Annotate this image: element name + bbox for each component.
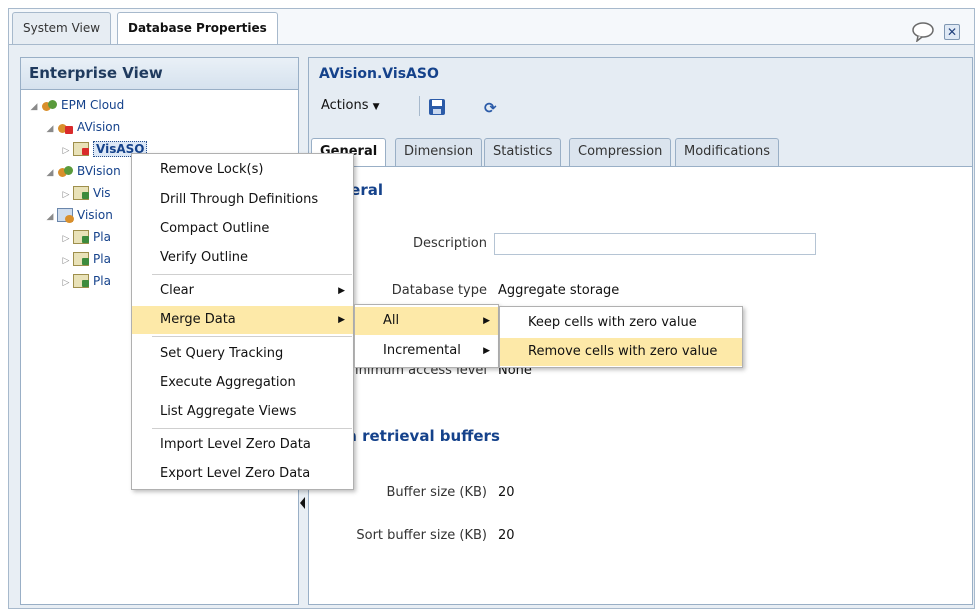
tree-node-label: Pla <box>93 274 111 288</box>
chevron-down-icon: ▼ <box>372 102 380 112</box>
submenu-arrow-icon: ▶ <box>338 315 345 325</box>
actions-label: Actions <box>321 98 369 113</box>
general-tab-content: General Description Database type Aggreg… <box>309 166 972 604</box>
menu-item-clear[interactable]: Clear ▶ <box>132 277 353 305</box>
tree-node-pla-2[interactable]: ▷ Pla <box>59 248 111 270</box>
menu-item-keep-cells-with-zero-value[interactable]: Keep cells with zero value <box>500 309 742 337</box>
tree-node-bvision[interactable]: ◢ BVision <box>43 160 121 182</box>
tree-node-label: EPM Cloud <box>61 98 125 112</box>
enterprise-view-title: Enterprise View <box>21 58 298 90</box>
tree-node-label: Pla <box>93 252 111 266</box>
menu-separator <box>152 274 352 275</box>
application-icon <box>57 208 74 223</box>
application-icon <box>57 164 73 178</box>
tab-system-view[interactable]: System View <box>12 12 112 44</box>
tree-node-pla-1[interactable]: ▷ Pla <box>59 226 111 248</box>
menu-item-execute-aggregation[interactable]: Execute Aggregation <box>132 369 353 397</box>
merge-data-submenu: All ▶ Incremental ▶ <box>354 304 499 368</box>
tree-node-pla-3[interactable]: ▷ Pla <box>59 270 111 292</box>
toolbar: Actions ▼ ⟳ <box>309 88 972 124</box>
menu-item-set-query-tracking[interactable]: Set Query Tracking <box>132 340 353 368</box>
database-icon <box>73 230 89 244</box>
cloud-server-icon <box>41 98 57 112</box>
refresh-icon[interactable]: ⟳ <box>484 100 497 116</box>
tree-node-label: Pla <box>93 230 111 244</box>
menu-item-import-level-zero-data[interactable]: Import Level Zero Data <box>132 431 353 459</box>
database-type-label: Database type <box>391 283 487 298</box>
collapse-left-icon[interactable] <box>300 497 305 509</box>
submenu-arrow-icon: ▶ <box>483 316 490 326</box>
menu-item-merge-data[interactable]: Merge Data ▶ <box>132 306 353 334</box>
chat-bubble-icon[interactable] <box>912 22 934 45</box>
database-locked-icon <box>73 142 89 156</box>
context-menu: Remove Lock(s) Drill Through Definitions… <box>131 153 354 490</box>
database-icon <box>73 186 89 200</box>
database-type-value: Aggregate storage <box>498 283 620 298</box>
menu-item-label: Clear <box>160 283 194 298</box>
tab-dimension[interactable]: Dimension <box>395 138 483 166</box>
buffer-size-label: Buffer size (KB) <box>386 485 487 500</box>
tab-statistics[interactable]: Statistics <box>484 138 562 166</box>
buffer-size-value: 20 <box>498 485 515 500</box>
description-field[interactable] <box>494 233 816 255</box>
tree-node-vis[interactable]: ▷ Vis <box>59 182 111 204</box>
application-locked-icon <box>57 120 73 134</box>
menu-item-verify-outline[interactable]: Verify Outline <box>132 244 353 272</box>
expand-icon[interactable]: ▷ <box>59 228 73 250</box>
tab-modifications[interactable]: Modifications <box>675 138 780 166</box>
save-icon[interactable] <box>429 99 445 115</box>
tree-node-label: BVision <box>77 164 121 178</box>
expand-icon[interactable]: ▷ <box>59 272 73 294</box>
panel-title: AVision.VisASO <box>309 58 972 88</box>
tree-node-avision[interactable]: ◢ AVision <box>43 116 120 138</box>
menu-item-all[interactable]: All ▶ <box>355 307 498 335</box>
submenu-arrow-icon: ▶ <box>483 346 490 356</box>
expand-icon[interactable]: ▷ <box>59 184 73 206</box>
tree-node-label: Vision <box>77 208 113 222</box>
menu-item-label: Incremental <box>383 343 461 358</box>
menu-item-remove-cells-with-zero-value[interactable]: Remove cells with zero value <box>500 338 742 366</box>
menu-separator <box>152 428 352 429</box>
menu-separator <box>152 336 352 337</box>
database-icon <box>73 252 89 266</box>
submenu-arrow-icon: ▶ <box>338 286 345 296</box>
collapse-icon[interactable]: ◢ <box>43 118 57 140</box>
actions-menu-button[interactable]: Actions ▼ <box>315 94 386 118</box>
expand-icon[interactable]: ▷ <box>59 250 73 272</box>
tree-node-label: Vis <box>93 186 111 200</box>
property-tabs: General Dimension Statistics Compression… <box>309 138 972 167</box>
menu-item-drill-through-definitions[interactable]: Drill Through Definitions <box>132 186 353 214</box>
all-submenu: Keep cells with zero value Remove cells … <box>499 306 743 368</box>
sort-buffer-size-value: 20 <box>498 528 515 543</box>
close-icon[interactable]: ✕ <box>944 24 960 40</box>
tab-compression[interactable]: Compression <box>569 138 672 166</box>
collapse-icon[interactable]: ◢ <box>27 96 41 118</box>
collapse-icon[interactable]: ◢ <box>43 162 57 184</box>
menu-item-incremental[interactable]: Incremental ▶ <box>355 337 498 365</box>
menu-item-compact-outline[interactable]: Compact Outline <box>132 215 353 243</box>
database-icon <box>73 274 89 288</box>
tab-database-properties[interactable]: Database Properties <box>117 12 278 45</box>
toolbar-divider <box>419 96 420 116</box>
collapse-icon[interactable]: ◢ <box>43 206 57 228</box>
expand-icon[interactable]: ▷ <box>59 140 73 162</box>
menu-item-export-level-zero-data[interactable]: Export Level Zero Data <box>132 460 353 488</box>
menu-item-label: Merge Data <box>160 312 236 327</box>
sort-buffer-size-label: Sort buffer size (KB) <box>356 528 487 543</box>
menu-item-label: All <box>383 313 400 328</box>
description-label: Description <box>412 236 487 251</box>
tree-node-label: AVision <box>77 120 121 134</box>
menu-item-list-aggregate-views[interactable]: List Aggregate Views <box>132 398 353 426</box>
tree-node-epm-cloud[interactable]: ◢ EPM Cloud <box>27 94 125 118</box>
tree-node-vision[interactable]: ◢ Vision <box>43 204 113 226</box>
menu-item-remove-lock[interactable]: Remove Lock(s) <box>132 156 353 184</box>
